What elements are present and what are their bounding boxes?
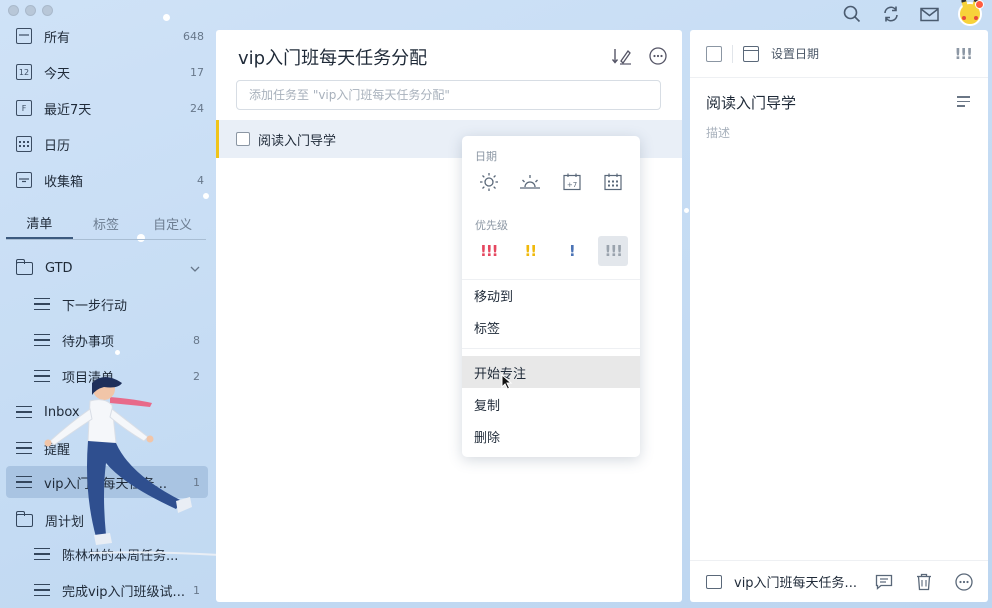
sun-icon[interactable] bbox=[474, 167, 504, 197]
folder-icon bbox=[15, 258, 33, 275]
calendar-plus7-icon[interactable]: +7 bbox=[557, 167, 587, 197]
search-icon[interactable] bbox=[841, 4, 862, 25]
calendar-grid-icon bbox=[16, 136, 32, 152]
calendar-today-icon: 12 bbox=[16, 64, 32, 80]
sync-icon[interactable] bbox=[880, 4, 901, 25]
list-toolbar bbox=[612, 46, 668, 66]
task-title: 阅读入门导学 bbox=[258, 133, 337, 149]
plus7-label: +7 bbox=[567, 181, 577, 189]
description-format-icon[interactable] bbox=[957, 96, 970, 107]
priority-low-button[interactable]: ! bbox=[557, 236, 587, 266]
menu-divider bbox=[462, 348, 640, 349]
divider bbox=[732, 44, 733, 63]
date-section-label: 日期 bbox=[475, 150, 497, 163]
list-icon bbox=[34, 297, 50, 311]
sidebar-item-vip-trial[interactable]: 完成vip入门班级试... 1 bbox=[6, 574, 208, 606]
priority-flag-icon[interactable]: !!! bbox=[954, 45, 973, 63]
detail-header: 设置日期 !!! bbox=[690, 30, 988, 78]
chevron-down-icon[interactable] bbox=[190, 262, 200, 275]
priority-high-button[interactable]: !!! bbox=[474, 236, 504, 266]
window-controls bbox=[8, 5, 53, 16]
list-icon bbox=[34, 583, 50, 597]
trash-icon[interactable] bbox=[914, 572, 934, 592]
minimize-window-button[interactable] bbox=[25, 5, 36, 16]
footer-tools bbox=[874, 572, 974, 592]
task-context-menu: 日期 +7 优先级 !!! !! ! !!! 移动到 标签 开始专注 复制 删除 bbox=[462, 136, 640, 457]
task-checkbox[interactable] bbox=[236, 132, 250, 146]
priority-none-button[interactable]: !!! bbox=[598, 236, 629, 266]
mail-icon[interactable] bbox=[919, 4, 940, 25]
smart-list-calendar[interactable]: 日历 bbox=[8, 128, 204, 160]
list-icon bbox=[34, 333, 50, 347]
menu-item-move-to[interactable]: 移动到 bbox=[462, 279, 640, 311]
close-window-button[interactable] bbox=[8, 5, 19, 16]
set-date-button[interactable]: 设置日期 bbox=[771, 45, 819, 62]
tab-custom[interactable]: 自定义 bbox=[139, 208, 206, 239]
snowflake-decoration bbox=[684, 208, 689, 213]
task-detail-panel: 设置日期 !!! 阅读入门导学 描述 vip入门班每天任务... bbox=[690, 30, 988, 602]
move-list-icon[interactable] bbox=[706, 574, 722, 589]
menu-item-copy[interactable]: 复制 bbox=[462, 388, 640, 420]
avatar[interactable] bbox=[958, 0, 984, 26]
comment-icon[interactable] bbox=[874, 572, 894, 592]
add-task-input[interactable] bbox=[236, 80, 661, 110]
sort-icon[interactable] bbox=[612, 46, 632, 66]
priority-section-label: 优先级 bbox=[475, 219, 508, 232]
detail-footer: vip入门班每天任务... bbox=[690, 560, 988, 602]
description-field[interactable]: 描述 bbox=[706, 124, 730, 141]
detail-checkbox[interactable] bbox=[706, 45, 722, 62]
detail-title[interactable]: 阅读入门导学 bbox=[706, 92, 796, 113]
sidebar-item-todo[interactable]: 待办事项 8 bbox=[6, 324, 208, 356]
top-toolbar bbox=[841, 0, 984, 26]
menu-item-tags[interactable]: 标签 bbox=[462, 311, 640, 343]
inbox-icon bbox=[16, 172, 32, 188]
more-options-icon[interactable] bbox=[954, 572, 974, 592]
page-title: vip入门班每天任务分配 bbox=[238, 48, 428, 69]
smart-list-today[interactable]: 12 今天 17 bbox=[8, 56, 204, 88]
smart-list-all[interactable]: 所有 648 bbox=[8, 20, 204, 52]
skater-illustration bbox=[44, 377, 220, 556]
calendar-week-icon: F bbox=[16, 100, 32, 116]
inbox-all-icon bbox=[16, 28, 32, 44]
tab-lists[interactable]: 清单 bbox=[6, 208, 73, 239]
sidebar-tabs: 清单 标签 自定义 bbox=[6, 208, 206, 240]
menu-item-start-focus[interactable]: 开始专注 bbox=[462, 356, 640, 388]
folder-gtd[interactable]: GTD bbox=[6, 252, 208, 284]
sidebar-item-next-action[interactable]: 下一步行动 bbox=[6, 288, 208, 320]
zoom-window-button[interactable] bbox=[42, 5, 53, 16]
calendar-custom-icon[interactable] bbox=[598, 167, 628, 197]
tab-tags[interactable]: 标签 bbox=[73, 208, 140, 239]
sunrise-icon[interactable] bbox=[515, 167, 545, 197]
date-options: +7 bbox=[462, 164, 640, 200]
smart-list-inbox[interactable]: 收集箱 4 bbox=[8, 164, 204, 196]
mouse-cursor-icon bbox=[501, 374, 513, 390]
detail-list-name[interactable]: vip入门班每天任务... bbox=[734, 572, 857, 591]
priority-medium-button[interactable]: !! bbox=[515, 236, 545, 266]
notification-badge bbox=[975, 0, 984, 9]
priority-options: !!! !! ! !!! bbox=[462, 233, 640, 269]
menu-item-delete[interactable]: 删除 bbox=[462, 420, 640, 452]
calendar-icon[interactable] bbox=[743, 45, 759, 62]
smart-list-next7[interactable]: F 最近7天 24 bbox=[8, 92, 204, 124]
more-options-icon[interactable] bbox=[648, 46, 668, 66]
